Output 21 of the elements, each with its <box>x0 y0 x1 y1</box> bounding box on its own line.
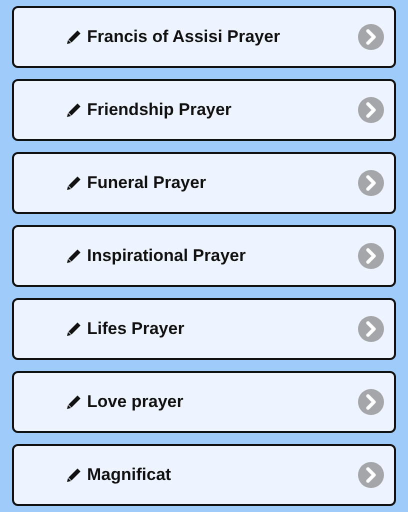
pencil-icon <box>66 102 82 118</box>
chevron-right-icon <box>358 243 384 269</box>
chevron-right-icon <box>358 316 384 342</box>
prayer-list-item[interactable]: Lifes Prayer <box>12 298 396 360</box>
pencil-icon <box>66 321 82 337</box>
pencil-icon <box>66 29 82 45</box>
chevron-right-icon <box>358 389 384 415</box>
chevron-right-icon <box>358 170 384 196</box>
prayer-list-item[interactable]: Love prayer <box>12 371 396 433</box>
prayer-list-item[interactable]: Inspirational Prayer <box>12 225 396 287</box>
prayer-list-item[interactable]: Magnificat <box>12 444 396 506</box>
pencil-icon <box>66 248 82 264</box>
chevron-right-icon <box>358 462 384 488</box>
prayer-list-item[interactable]: Funeral Prayer <box>12 152 396 214</box>
prayer-list-item[interactable]: Francis of Assisi Prayer <box>12 6 396 68</box>
prayer-list-item[interactable]: Friendship Prayer <box>12 79 396 141</box>
pencil-icon <box>66 175 82 191</box>
pencil-icon <box>66 394 82 410</box>
chevron-right-icon <box>358 97 384 123</box>
chevron-right-icon <box>358 24 384 50</box>
pencil-icon <box>66 467 82 483</box>
